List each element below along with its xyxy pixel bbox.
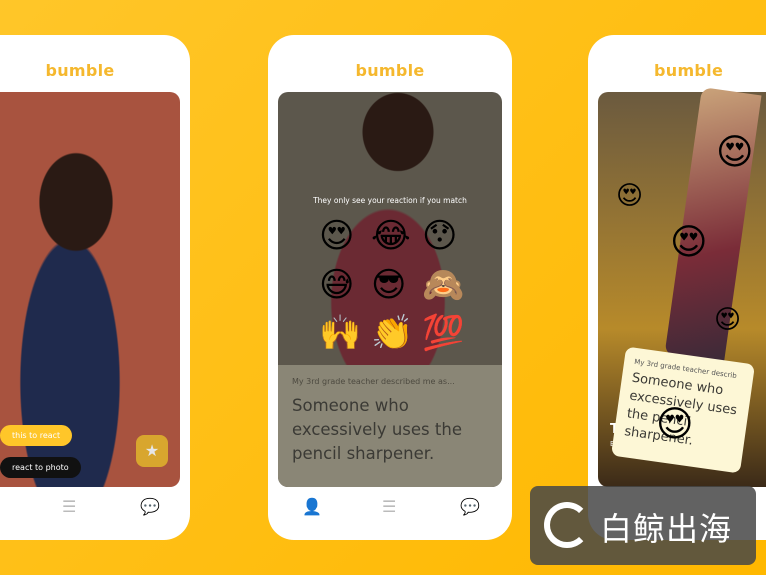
bumble-logo: bumble (654, 61, 724, 80)
emoji-see-no-evil[interactable]: 🙈 (422, 268, 464, 302)
watermark: 白鲸出海 (530, 486, 756, 565)
reaction-hint: They only see your reaction if you match (313, 196, 467, 205)
emoji-heart-eyes: 😍 (616, 181, 644, 211)
emoji-heart-eyes: 😍 (670, 222, 708, 263)
emoji-sweat-smile[interactable]: 😅 (319, 268, 354, 302)
chat-icon[interactable]: 💬 (460, 497, 480, 516)
phone-left: bumble this to react react to photo ★ ☰ 💬 (0, 35, 190, 540)
emoji-sunglasses[interactable]: 😎 (371, 268, 406, 302)
emoji-heart-eyes: 😍 (716, 132, 754, 173)
star-icon[interactable]: ★ (136, 435, 168, 467)
emoji-hundred[interactable]: 💯 (422, 316, 464, 350)
watermark-logo-icon (544, 502, 590, 548)
emoji-raised-hands[interactable]: 🙌 (319, 316, 361, 350)
emoji-heart-eyes: 😍 (714, 305, 742, 335)
emoji-joy[interactable]: 😂 (371, 219, 411, 253)
stack-icon[interactable]: ☰ (382, 497, 396, 516)
bumble-logo: bumble (45, 61, 115, 80)
stack-icon[interactable]: ☰ (62, 497, 76, 516)
emoji-heart-eyes[interactable]: 😍 (319, 219, 354, 253)
phone-center: bumble They only see your reaction if yo… (268, 35, 512, 540)
react-hint-pill[interactable]: this to react (0, 425, 73, 446)
emoji-heart-eyes: 😍 (656, 404, 694, 445)
react-photo-pill[interactable]: react to photo (0, 457, 81, 478)
chat-icon[interactable]: 💬 (140, 497, 160, 516)
profile-photo: this to react react to photo ★ (0, 92, 180, 487)
emoji-hushed[interactable]: 😯 (422, 219, 457, 253)
prompt-question: My 3rd grade teacher described me as... (292, 377, 455, 386)
phone-right: bumble Ti Ed My 3rd grade teacher descri… (588, 35, 766, 540)
emoji-clap[interactable]: 👏 (371, 316, 413, 350)
profile-photo: They only see your reaction if you match… (278, 92, 502, 487)
prompt-answer: Someone who excessively uses the pencil … (292, 396, 462, 463)
prompt-card: My 3rd grade teacher described me as... … (278, 365, 502, 487)
bumble-logo: bumble (355, 61, 425, 80)
profile-icon[interactable]: 👤 (302, 497, 322, 516)
